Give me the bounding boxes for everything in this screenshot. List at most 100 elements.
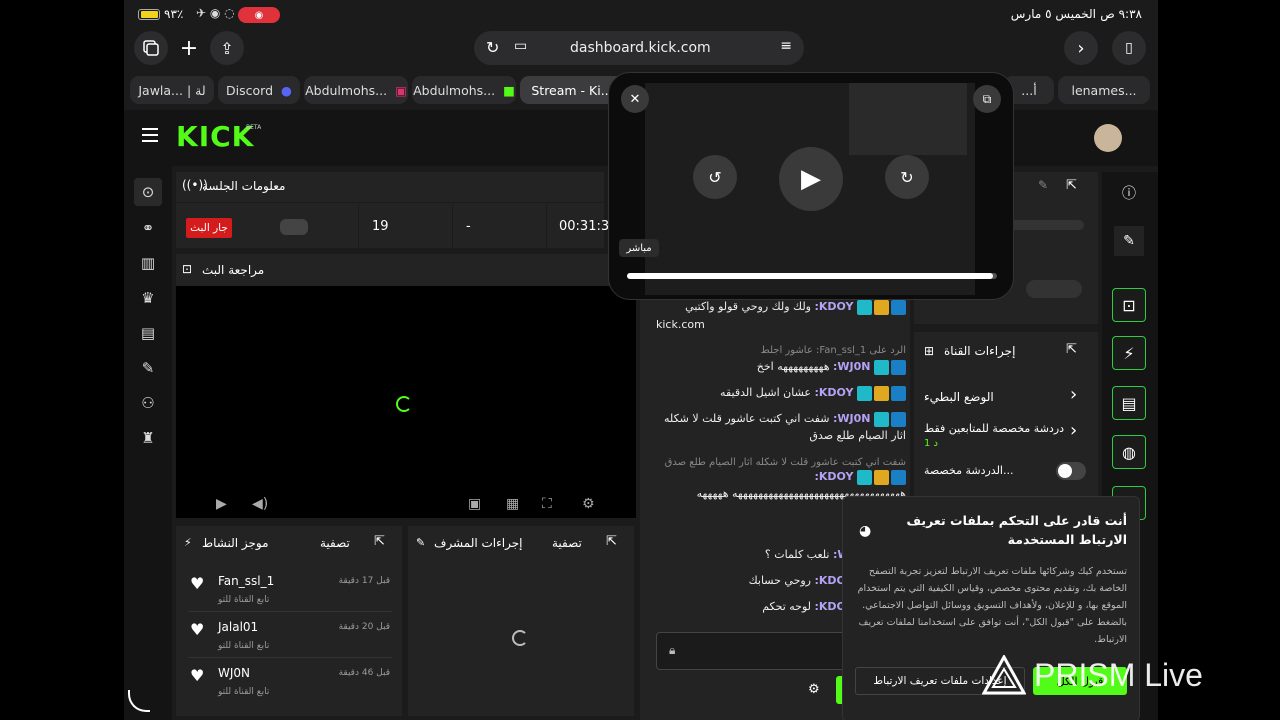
popout-icon[interactable]: ⇱ [374, 534, 385, 549]
pip-restore-icon[interactable]: ⧉ [973, 85, 1001, 113]
capture-icon[interactable]: ⊡ [1112, 288, 1146, 322]
stream-preview-panel: ⊡ مراجعة البث ▶ ◀) ▣ ▦ ⛶ ⚙ [176, 254, 636, 518]
beta-label: BETA [246, 124, 262, 131]
play-button-icon[interactable]: ▶ [779, 147, 843, 211]
reload-icon[interactable]: ↻ [486, 38, 499, 57]
tab-instagram[interactable]: Abdulmohs... ▣ [304, 76, 408, 104]
edit-stream-icon[interactable]: ✎ [1114, 226, 1144, 256]
stream-preview-title: مراجعة البث [202, 263, 265, 277]
nav-trophy-icon[interactable]: ♛ [134, 284, 162, 312]
activity-action: تابع القناة للتو [218, 595, 270, 605]
share-button[interactable]: ⇪ [210, 31, 244, 65]
progress-track[interactable] [627, 273, 997, 279]
slow-mode-label[interactable]: الوضع البطيء [924, 390, 994, 404]
followers-only-label[interactable]: دردشة مخصصة للمتابعين فقط [924, 422, 1064, 435]
fullscreen-icon[interactable]: ⛶ [542, 496, 552, 512]
hamburger-icon[interactable] [142, 128, 158, 142]
moderator-filter-button[interactable]: تصفية [552, 536, 582, 550]
edit-icon[interactable]: ✎ [1038, 178, 1048, 192]
tabs-overview-button[interactable] [134, 31, 168, 65]
sidebar-toggle-button[interactable]: ▯ [1112, 31, 1146, 65]
followers-count: - [466, 219, 471, 234]
list-item: ♥ Jalal01 تابع القناة للتو قبل 20 دقيقة [188, 614, 392, 658]
activity-time: قبل 17 دقيقة [338, 576, 390, 586]
chat-settings-icon[interactable]: ⚙ [808, 682, 820, 697]
skip-forward-icon[interactable]: ↻ [885, 155, 929, 199]
chat-text: ولك ولك روحي قولو واكتبي [685, 300, 811, 313]
new-tab-button[interactable]: + [172, 31, 206, 65]
activity-user[interactable]: WJ0N [218, 666, 250, 680]
chat-message: WJ0N: شفت اني كتبت عاشور قلت لا شكله اثا… [656, 410, 906, 444]
user-badges [857, 299, 906, 315]
chat-username[interactable]: KDOY: [815, 470, 854, 483]
video-pip-overlay[interactable]: ✕ ⧉ ↺ ▶ ↻ مباشر [608, 72, 1014, 300]
nav-broadcast-icon[interactable]: ⊙ [134, 178, 162, 206]
nav-tools-icon[interactable]: ✎ [134, 354, 162, 382]
crown-badge-icon [874, 299, 889, 315]
activity-user[interactable]: Fan_ssl_1 [218, 574, 274, 588]
chat-username[interactable]: WJ0N: [833, 412, 871, 425]
og-badge-icon [857, 385, 872, 401]
close-icon[interactable]: ✕ [621, 85, 649, 113]
status-date: الخميس ٥ مارس [1010, 7, 1096, 21]
chat-username[interactable]: KDOY: [815, 300, 854, 313]
preview-icon: ⊡ [182, 262, 193, 276]
forward-button[interactable]: › [1064, 31, 1098, 65]
address-bar[interactable]: ↻ ▭ dashboard.kick.com ≡ [474, 31, 804, 65]
lock-icon: 🔒︎ [669, 643, 676, 657]
nav-media-icon[interactable]: ▤ [134, 319, 162, 347]
chat-reply: الرد على Fan_ssl_1: عاشور اجلط [760, 345, 906, 356]
url-text[interactable]: dashboard.kick.com [570, 40, 711, 56]
nav-link-icon[interactable]: ⚭ [134, 214, 162, 242]
avatar[interactable] [1094, 124, 1122, 152]
chat-username[interactable]: KDOY: [815, 386, 854, 399]
kick-favicon-icon: ■ [503, 82, 515, 98]
nav-stats-icon[interactable]: ▥ [134, 249, 162, 277]
activity-action: تابع القناة للتو [218, 641, 270, 651]
screen-recording-icon[interactable]: ◉ [238, 7, 280, 23]
heart-icon: ♥ [190, 666, 205, 685]
play-icon[interactable]: ▶ [216, 496, 227, 512]
skip-back-icon[interactable]: ↺ [693, 155, 737, 199]
info-icon[interactable]: ⓘ [1114, 178, 1144, 208]
tab-lenames[interactable]: lenames... [1058, 76, 1150, 104]
chevron-right-icon[interactable]: › [1070, 384, 1077, 405]
mod-badge-icon [891, 299, 906, 315]
chat-username[interactable]: WJ0N: [833, 360, 871, 373]
kick-logo[interactable]: KICK [176, 120, 254, 153]
popout-icon[interactable]: ⇱ [606, 534, 617, 549]
cookie-body: تستخدم كيك وشركائها ملفات تعريف الارتباط… [857, 566, 1127, 645]
custom-chat-label[interactable]: الدردشة مخصصة... [924, 464, 1013, 477]
note-icon[interactable]: ▤ [1112, 386, 1146, 420]
nav-community-icon[interactable]: ♜ [134, 424, 162, 452]
og-badge-icon [857, 299, 872, 315]
settings-icon[interactable]: ⚙ [582, 496, 595, 512]
og-badge-icon [874, 359, 889, 375]
chat-bubble-icon[interactable]: ◍ [1112, 435, 1146, 469]
loading-spinner-icon [512, 630, 528, 646]
chat-text: عشان اشيل الدقيقه [720, 386, 811, 399]
pip-icon[interactable]: ▣ [468, 496, 481, 512]
tab-jawla[interactable]: Jawla... | لة [130, 76, 214, 104]
chat-partial-link[interactable]: kick.com [656, 318, 705, 331]
activity-user[interactable]: Jalal01 [218, 620, 258, 634]
list-item: ♥ WJ0N تابع القناة للتو قبل 46 دقيقة [188, 660, 392, 704]
tab-label: Abdulmohs... [413, 82, 496, 98]
tab-abdulmohs-2[interactable]: Abdulmohs... ■ [412, 76, 516, 104]
page-menu-icon[interactable]: ≡ [780, 38, 792, 54]
activity-filter-button[interactable]: تصفية [320, 536, 350, 550]
reader-icon[interactable]: ▭ [514, 38, 527, 54]
session-duration: 00:31:3 [559, 219, 610, 234]
nav-users-icon[interactable]: ⚇ [134, 389, 162, 417]
user-badges [857, 469, 906, 485]
moderator-title: إجراءات المشرف [434, 536, 523, 550]
custom-chat-toggle[interactable] [1056, 462, 1086, 480]
theater-icon[interactable]: ▦ [506, 496, 519, 512]
tab-discord[interactable]: Discord ● [218, 76, 300, 104]
popout-icon[interactable]: ⇱ [1066, 178, 1077, 193]
chevron-right-icon[interactable]: › [1070, 420, 1077, 441]
bolt-icon[interactable]: ⚡ [1112, 336, 1146, 370]
popout-icon[interactable]: ⇱ [1066, 342, 1077, 357]
volume-icon[interactable]: ◀) [252, 496, 268, 512]
battery-icon [138, 9, 160, 20]
